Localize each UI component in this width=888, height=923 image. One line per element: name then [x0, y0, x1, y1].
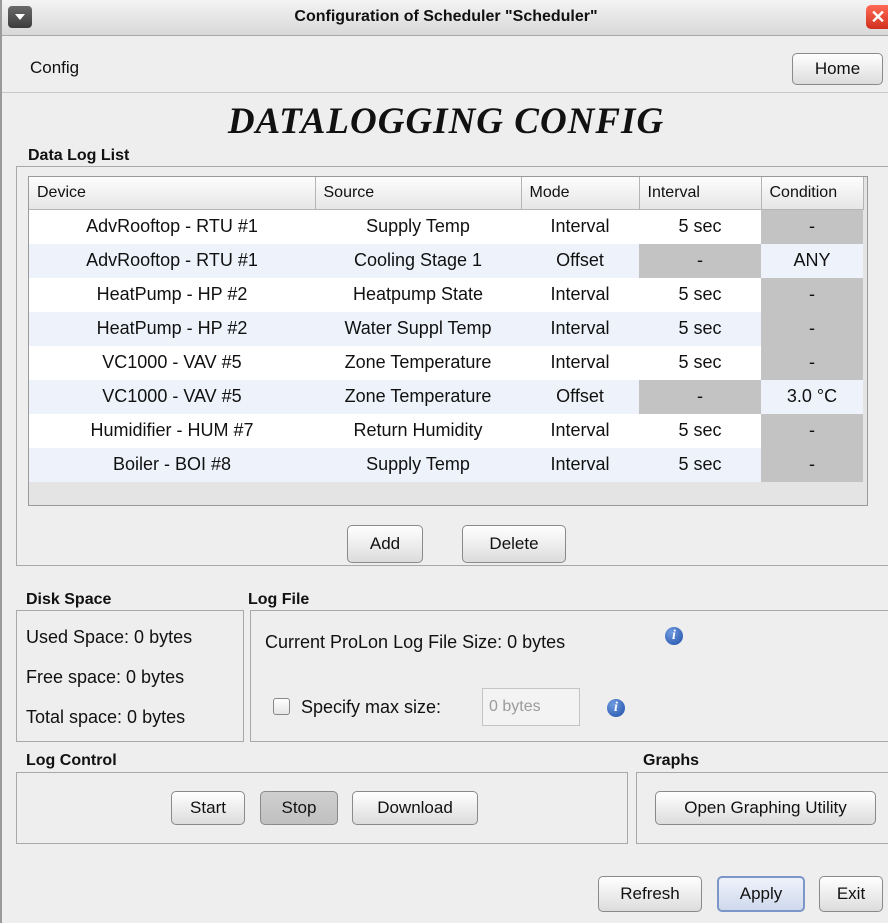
home-button[interactable]: Home — [792, 53, 883, 85]
max-size-input[interactable] — [482, 688, 580, 726]
source-cell: Water Suppl Temp — [315, 311, 521, 346]
column-header-source[interactable]: Source — [315, 177, 522, 210]
interval-cell: - — [639, 379, 761, 414]
column-header-device[interactable]: Device — [29, 177, 316, 210]
condition-cell: - — [761, 311, 863, 346]
source-cell: Supply Temp — [315, 447, 521, 482]
device-cell: VC1000 - VAV #5 — [29, 379, 315, 414]
mode-cell: Interval — [521, 413, 639, 448]
mode-cell: Interval — [521, 311, 639, 346]
table-row[interactable]: VC1000 - VAV #5 Zone Temperature Interva… — [29, 345, 863, 380]
device-cell: HeatPump - HP #2 — [29, 277, 315, 312]
interval-cell: 5 sec — [639, 413, 761, 448]
add-button[interactable]: Add — [347, 525, 423, 563]
interval-cell: 5 sec — [639, 209, 761, 244]
delete-button[interactable]: Delete — [462, 525, 566, 563]
source-cell: Heatpump State — [315, 277, 521, 312]
interval-cell: 5 sec — [639, 345, 761, 380]
table-row[interactable]: AdvRooftop - RTU #1 Cooling Stage 1 Offs… — [29, 243, 863, 278]
table-row[interactable]: AdvRooftop - RTU #1 Supply Temp Interval… — [29, 209, 863, 244]
source-cell: Zone Temperature — [315, 379, 521, 414]
mode-cell: Offset — [521, 379, 639, 414]
apply-button[interactable]: Apply — [717, 876, 805, 912]
source-cell: Return Humidity — [315, 413, 521, 448]
log-file-size-text: Current ProLon Log File Size: 0 bytes — [265, 632, 566, 652]
mode-cell: Offset — [521, 243, 639, 278]
log-file-label: Log File — [248, 591, 310, 608]
graphs-label: Graphs — [643, 752, 700, 769]
refresh-button[interactable]: Refresh — [598, 876, 702, 912]
mode-cell: Interval — [521, 345, 639, 380]
table-row[interactable]: HeatPump - HP #2 Heatpump State Interval… — [29, 277, 863, 312]
column-header-mode[interactable]: Mode — [521, 177, 640, 210]
total-space-text: Total space: 0 bytes — [26, 707, 186, 727]
mode-cell: Interval — [521, 277, 639, 312]
download-button[interactable]: Download — [352, 791, 478, 825]
data-log-list-label: Data Log List — [28, 147, 130, 164]
exit-button[interactable]: Exit — [819, 876, 883, 912]
stop-button[interactable]: Stop — [260, 791, 338, 825]
data-log-table-container[interactable]: Device Source Mode Interval Condition Ad… — [28, 176, 868, 506]
interval-cell: 5 sec — [639, 447, 761, 482]
table-header-row: Device Source Mode Interval Condition — [29, 177, 864, 210]
title-bar: Configuration of Scheduler "Scheduler" ✕ — [2, 0, 888, 36]
condition-cell: - — [761, 209, 863, 244]
device-cell: AdvRooftop - RTU #1 — [29, 243, 315, 278]
source-cell: Supply Temp — [315, 209, 521, 244]
device-cell: Boiler - BOI #8 — [29, 447, 315, 482]
interval-cell: - — [639, 243, 761, 278]
source-cell: Cooling Stage 1 — [315, 243, 521, 278]
window-title: Configuration of Scheduler "Scheduler" — [294, 8, 598, 25]
condition-cell: - — [761, 277, 863, 312]
condition-cell: - — [761, 413, 863, 448]
source-cell: Zone Temperature — [315, 345, 521, 380]
column-header-interval[interactable]: Interval — [639, 177, 762, 210]
menu-config[interactable]: Config — [30, 58, 79, 78]
mode-cell: Interval — [521, 447, 639, 482]
table-row[interactable]: VC1000 - VAV #5 Zone Temperature Offset … — [29, 379, 863, 414]
free-space-text: Free space: 0 bytes — [26, 667, 185, 687]
toolbar: Config Home — [2, 36, 888, 93]
condition-cell: 3.0 °C — [761, 379, 863, 414]
device-cell: AdvRooftop - RTU #1 — [29, 209, 315, 244]
close-icon[interactable]: ✕ — [866, 5, 888, 29]
info-icon[interactable]: i — [607, 699, 625, 717]
config-window: Configuration of Scheduler "Scheduler" ✕… — [0, 0, 888, 923]
table-row[interactable]: Humidifier - HUM #7 Return Humidity Inte… — [29, 413, 863, 448]
disk-space-label: Disk Space — [26, 591, 112, 608]
device-cell: HeatPump - HP #2 — [29, 311, 315, 346]
interval-cell: 5 sec — [639, 277, 761, 312]
specify-max-size-checkbox[interactable] — [273, 698, 290, 715]
table-row[interactable]: HeatPump - HP #2 Water Suppl Temp Interv… — [29, 311, 863, 346]
table-row[interactable]: Boiler - BOI #8 Supply Temp Interval 5 s… — [29, 447, 863, 482]
specify-max-size-label[interactable]: Specify max size: — [301, 697, 441, 718]
interval-cell: 5 sec — [639, 311, 761, 346]
page-title: DATALOGGING CONFIG — [227, 101, 665, 142]
column-header-condition[interactable]: Condition — [761, 177, 864, 210]
info-icon[interactable]: i — [665, 627, 683, 645]
condition-cell: - — [761, 447, 863, 482]
mode-cell: Interval — [521, 209, 639, 244]
start-button[interactable]: Start — [171, 791, 245, 825]
log-control-label: Log Control — [26, 752, 117, 769]
data-log-table: Device Source Mode Interval Condition Ad… — [29, 177, 864, 482]
condition-cell: - — [761, 345, 863, 380]
device-cell: VC1000 - VAV #5 — [29, 345, 315, 380]
condition-cell: ANY — [761, 243, 863, 278]
open-graphing-utility-button[interactable]: Open Graphing Utility — [655, 791, 876, 825]
used-space-text: Used Space: 0 bytes — [26, 627, 193, 647]
device-cell: Humidifier - HUM #7 — [29, 413, 315, 448]
